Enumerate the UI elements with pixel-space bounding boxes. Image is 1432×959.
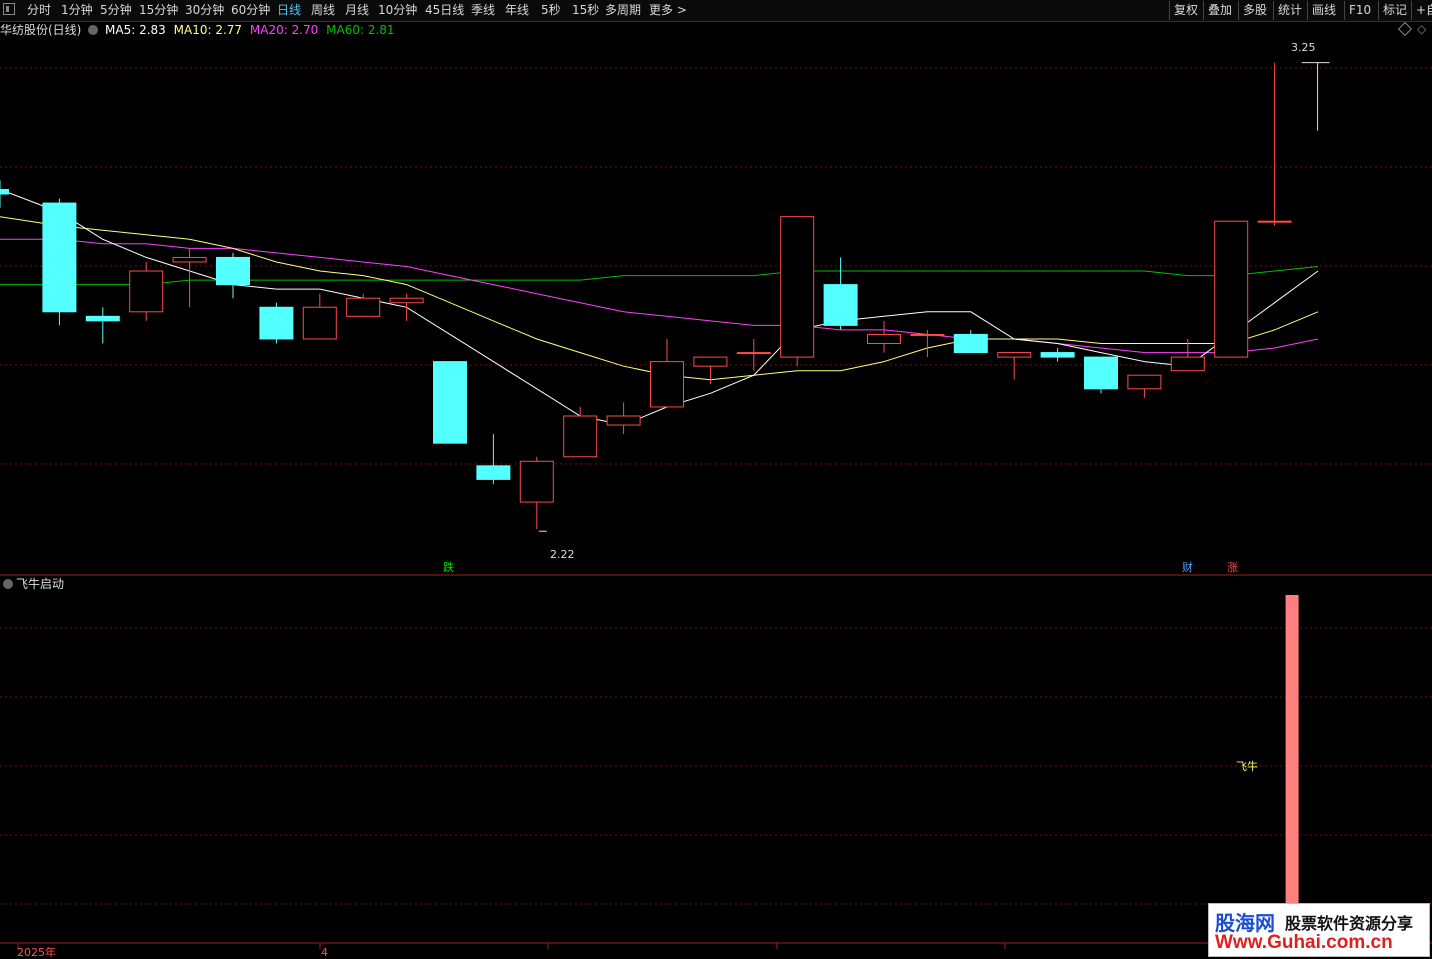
candles <box>0 62 1330 532</box>
candle-body-4 <box>172 256 207 263</box>
grid-lines <box>0 67 1432 944</box>
year-label: 2025年 <box>17 945 56 959</box>
candle-body-7 <box>302 306 337 340</box>
ma10-line <box>0 216 1319 381</box>
candle-body-26 <box>1127 374 1162 390</box>
candle-body-21 <box>910 333 945 336</box>
candle-body-13 <box>563 415 598 458</box>
high-annotation: 3.25 <box>1291 41 1316 54</box>
watermark-slogan: 股票软件资源分享 <box>1285 914 1414 933</box>
candle-body-27 <box>1170 356 1205 372</box>
signal-bar <box>1285 595 1299 943</box>
candle-body-0 <box>0 188 9 195</box>
candle-body-1 <box>42 202 77 313</box>
candle-body-14 <box>606 415 641 426</box>
candle-body-17 <box>736 352 771 355</box>
candle-body-22 <box>953 333 988 354</box>
marker-die: 跌 <box>443 560 454 574</box>
marker-cai: 财 <box>1182 560 1193 574</box>
indicator-title-bar: 飞牛启动 <box>0 576 64 593</box>
candle-body-11 <box>476 465 511 480</box>
candle-body-23 <box>997 352 1032 358</box>
indicator-panel <box>1285 595 1299 943</box>
candle-body-29 <box>1257 220 1292 223</box>
candle-body-8 <box>346 297 381 317</box>
low-annotation: 2.22 <box>550 548 575 561</box>
candle-body-16 <box>693 356 728 367</box>
candle-body-3 <box>129 270 164 313</box>
watermark: 股海网 股票软件资源分享 Www.Guhai.com.cn <box>1208 903 1430 957</box>
chart-labels: 3.25 2.22 跌 财 涨 飞牛 2025年 4 <box>17 41 1316 959</box>
watermark-url: Www.Guhai.com.cn <box>1215 932 1393 953</box>
candle-body-24 <box>1040 352 1075 358</box>
kline-chart[interactable]: 3.25 2.22 跌 财 涨 飞牛 2025年 4 <box>0 0 1432 959</box>
candle-body-12 <box>519 460 554 503</box>
candle-body-25 <box>1084 356 1118 390</box>
ma60-line <box>0 266 1319 286</box>
candle-body-15 <box>650 361 684 408</box>
candle-body-19 <box>823 284 858 326</box>
candle-body-6 <box>259 306 294 340</box>
candle-body-20 <box>867 333 901 345</box>
candle-body-10 <box>433 361 467 444</box>
signal-label: 飞牛 <box>1236 759 1258 773</box>
candle-body-5 <box>216 256 250 286</box>
candle-body-9 <box>389 297 424 304</box>
time-axis <box>17 943 1006 949</box>
candle-body-18 <box>780 216 815 358</box>
candle-body-2 <box>85 315 120 322</box>
indicator-name[interactable]: 飞牛启动 <box>16 577 64 591</box>
marker-zhang: 涨 <box>1227 561 1238 574</box>
candle-body-28 <box>1214 220 1249 358</box>
ma20-line <box>0 238 1319 354</box>
indicator-settings-icon[interactable] <box>3 579 13 589</box>
month-label: 4 <box>321 946 328 959</box>
